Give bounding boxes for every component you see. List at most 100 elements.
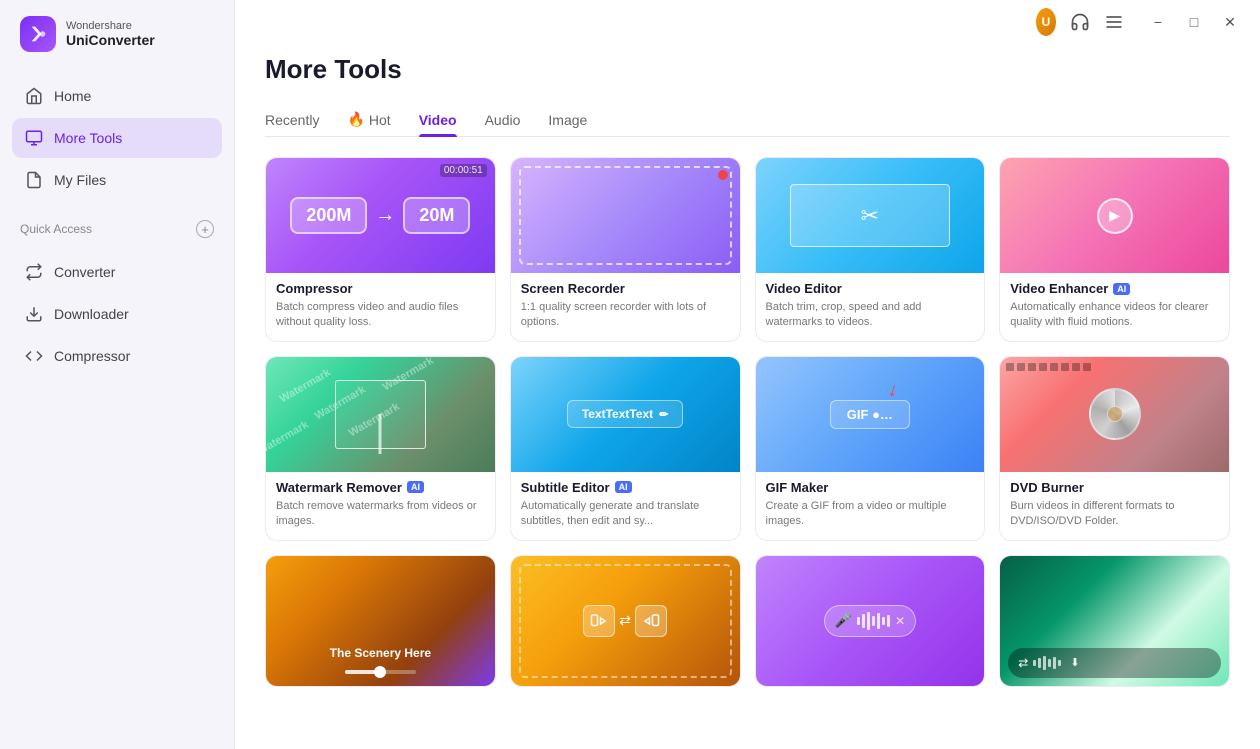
- person-video-preview: ⇄ ⬇: [1000, 556, 1229, 686]
- home-icon: [24, 86, 44, 106]
- quick-access-add-button[interactable]: +: [196, 220, 214, 238]
- video-enhancer-preview: ▶: [1000, 158, 1229, 273]
- sidebar-item-compressor[interactable]: Compressor: [12, 336, 222, 376]
- compress-timestamp: 00:00:51: [440, 164, 487, 177]
- content-area: More Tools Recently 🔥 Hot Video Audio Im…: [235, 44, 1260, 749]
- dvd-disc: [1089, 388, 1141, 440]
- tabs-bar: Recently 🔥 Hot Video Audio Image: [265, 103, 1230, 137]
- scenery-preview: The Scenery Here: [266, 556, 495, 686]
- fire-emoji: 🔥: [347, 111, 364, 128]
- subtitle-editor-preview: TextTextText ✏: [511, 357, 740, 472]
- subtitle-preview-text: TextTextText: [582, 407, 653, 421]
- screen-recorder-tool-desc: 1:1 quality screen recorder with lots of…: [521, 300, 730, 331]
- tool-card-compressor[interactable]: 00:00:51 200M → 20M Compressor: [265, 157, 496, 342]
- compress-arrow-icon: →: [375, 204, 395, 227]
- titlebar-icons: U: [1036, 12, 1124, 32]
- audio-close-icon: ✕: [895, 614, 905, 628]
- video-enhancer-tool-name: Video Enhancer: [1010, 281, 1108, 296]
- tool-card-scenery[interactable]: The Scenery Here: [265, 555, 496, 687]
- user-avatar: U: [1036, 8, 1056, 36]
- watermark-remover-tool-name: Watermark Remover: [276, 480, 402, 495]
- selection-box: [335, 380, 427, 449]
- tools-grid: 00:00:51 200M → 20M Compressor: [265, 157, 1230, 687]
- sidebar-label-converter: Converter: [54, 264, 115, 280]
- compress-size-to: 20M: [419, 205, 454, 226]
- compressor-icon: [24, 346, 44, 366]
- sidebar-label-my-files: My Files: [54, 172, 106, 188]
- maximize-button[interactable]: □: [1180, 8, 1208, 36]
- sidebar-item-converter[interactable]: Converter: [12, 252, 222, 292]
- video-editor-preview: ✂: [756, 158, 985, 273]
- gif-maker-tool-name: GIF Maker: [766, 480, 829, 495]
- video-enhancer-tool-desc: Automatically enhance videos for clearer…: [1010, 300, 1219, 331]
- tab-hot[interactable]: 🔥 Hot: [347, 103, 390, 136]
- tool-card-subtitle-editor[interactable]: TextTextText ✏ Subtitle Editor AI Automa…: [510, 356, 741, 541]
- subtitle-editor-tool-name: Subtitle Editor: [521, 480, 610, 495]
- downloader-icon: [24, 304, 44, 324]
- video-convert-preview: ⇄: [511, 556, 740, 686]
- sidebar-label-home: Home: [54, 88, 91, 104]
- compress-size-from: 200M: [306, 205, 351, 226]
- menu-icon[interactable]: [1104, 12, 1124, 32]
- dvd-burner-tool-desc: Burn videos in different formats to DVD/…: [1010, 499, 1219, 530]
- files-icon: [24, 170, 44, 190]
- tool-card-dvd-burner[interactable]: DVD Burner Burn videos in different form…: [999, 356, 1230, 541]
- product-name: UniConverter: [66, 32, 155, 48]
- sidebar-label-compressor: Compressor: [54, 348, 130, 364]
- play-bar: ⇄ ⬇: [1008, 648, 1221, 678]
- download-icon: ⬇: [1070, 656, 1079, 669]
- waveform-bars: [857, 611, 890, 631]
- app-logo-icon: [20, 16, 56, 52]
- sidebar-item-more-tools[interactable]: More Tools: [12, 118, 222, 158]
- dvd-burner-preview: [1000, 357, 1229, 472]
- tool-card-audio-edit[interactable]: 🎤 ✕: [755, 555, 986, 687]
- sidebar-item-downloader[interactable]: Downloader: [12, 294, 222, 334]
- quick-access-label: Quick Access: [20, 222, 92, 236]
- headphones-icon[interactable]: [1070, 12, 1090, 32]
- compressor-preview: 00:00:51 200M → 20M: [266, 158, 495, 273]
- tool-card-gif-maker[interactable]: GIF ●… ↓ GIF Maker Create a GIF from a v…: [755, 356, 986, 541]
- ai-badge-watermark: AI: [407, 481, 424, 493]
- ai-badge-subtitle: AI: [615, 481, 632, 493]
- user-avatar-button[interactable]: U: [1036, 12, 1056, 32]
- video-editor-tool-name: Video Editor: [766, 281, 842, 296]
- converter-icon: [24, 262, 44, 282]
- tab-image[interactable]: Image: [548, 103, 587, 136]
- rec-border: [519, 166, 732, 265]
- tab-audio[interactable]: Audio: [485, 103, 521, 136]
- tool-card-video-convert[interactable]: ⇄: [510, 555, 741, 687]
- sidebar-item-home[interactable]: Home: [12, 76, 222, 116]
- tool-card-person-video[interactable]: ⇄ ⬇: [999, 555, 1230, 687]
- play-icon: ⇄: [1018, 656, 1028, 670]
- gif-label: GIF ●…: [847, 407, 893, 422]
- gif-maker-preview: GIF ●… ↓: [756, 357, 985, 472]
- tools-icon: [24, 128, 44, 148]
- minimize-button[interactable]: −: [1144, 8, 1172, 36]
- screen-recorder-tool-name: Screen Recorder: [521, 281, 625, 296]
- subtitle-editor-tool-desc: Automatically generate and translate sub…: [521, 499, 730, 530]
- watermark-remover-tool-desc: Batch remove watermarks from videos or i…: [276, 499, 485, 530]
- dvd-burner-tool-name: DVD Burner: [1010, 480, 1084, 495]
- tab-video[interactable]: Video: [419, 103, 457, 136]
- window-controls: − □ ✕: [1144, 8, 1244, 36]
- filmstrip-strip: [1000, 357, 1229, 377]
- compressor-tool-desc: Batch compress video and audio files wit…: [276, 300, 485, 331]
- logo-area: Wondershare UniConverter: [0, 0, 234, 68]
- scissors-icon: ✂: [861, 203, 879, 229]
- sidebar: Wondershare UniConverter Home More T: [0, 0, 235, 749]
- rec-dot-icon: [718, 170, 728, 180]
- close-button[interactable]: ✕: [1216, 8, 1244, 36]
- tab-recently[interactable]: Recently: [265, 103, 319, 136]
- audio-edit-preview: 🎤 ✕: [756, 556, 985, 686]
- tool-card-watermark-remover[interactable]: Watermark Watermark Watermark Watermark …: [265, 356, 496, 541]
- sidebar-label-downloader: Downloader: [54, 306, 129, 322]
- titlebar: U − □ ✕: [235, 0, 1260, 44]
- page-title: More Tools: [265, 54, 1230, 85]
- tool-card-video-enhancer[interactable]: ▶ Video Enhancer AI Automatically enhanc…: [999, 157, 1230, 342]
- watermark-remover-preview: Watermark Watermark Watermark Watermark …: [266, 357, 495, 472]
- tool-card-video-editor[interactable]: ✂ Video Editor Batch trim, crop, speed a…: [755, 157, 986, 342]
- sidebar-item-my-files[interactable]: My Files: [12, 160, 222, 200]
- play-circle-icon: ▶: [1097, 198, 1133, 234]
- tool-card-screen-recorder[interactable]: Screen Recorder 1:1 quality screen recor…: [510, 157, 741, 342]
- gif-maker-tool-desc: Create a GIF from a video or multiple im…: [766, 499, 975, 530]
